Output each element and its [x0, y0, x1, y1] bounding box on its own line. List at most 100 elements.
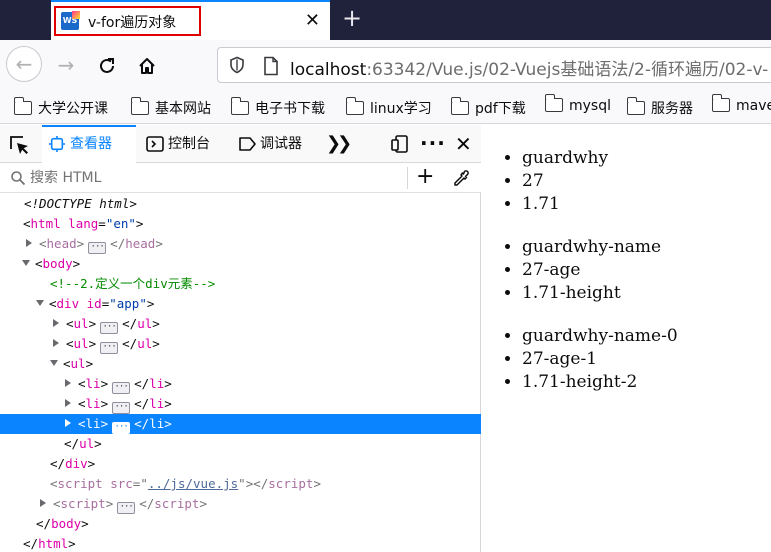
page-info-icon[interactable]: [262, 56, 280, 76]
dom-node-ul[interactable]: <ul>: [0, 354, 481, 374]
bookmark-folder[interactable]: 基本网站: [130, 97, 211, 118]
bookmark-folder[interactable]: mysql: [544, 94, 611, 114]
element-picker-icon[interactable]: [8, 134, 30, 156]
dom-node-body-close[interactable]: </body>: [0, 514, 481, 534]
dom-node-li[interactable]: <li> ··· </li>: [0, 374, 481, 394]
dom-node-body[interactable]: <body>: [0, 254, 481, 274]
dom-node-li-selected[interactable]: <li> ··· </li>: [0, 414, 481, 434]
tab-inspector[interactable]: 查看器: [42, 125, 136, 163]
back-icon[interactable]: ←: [6, 46, 42, 82]
expand-arrow-icon[interactable]: [53, 319, 59, 327]
collapse-arrow-icon[interactable]: [36, 300, 44, 306]
tab-console[interactable]: 控制台: [140, 125, 210, 163]
value-list: guardwhy 27 1.71: [522, 147, 608, 216]
dom-node-html[interactable]: <html lang="en">: [0, 214, 481, 234]
tab-debugger[interactable]: 调试器: [232, 125, 302, 163]
folder-icon: [13, 97, 32, 115]
dom-node-html-close[interactable]: </html>: [0, 534, 481, 552]
toolbar-divider: [407, 167, 408, 189]
dom-node-div-close[interactable]: </div>: [0, 454, 481, 474]
folder-icon: [626, 97, 645, 115]
collapsed-ellipsis-icon[interactable]: ···: [100, 342, 119, 354]
inspector-icon: [49, 136, 65, 152]
bookmark-folder[interactable]: 大学公开课: [13, 97, 108, 118]
collapsed-ellipsis-icon[interactable]: ···: [112, 422, 131, 434]
dom-node-ul-close[interactable]: </ul>: [0, 434, 481, 454]
more-options-icon[interactable]: ···: [420, 131, 446, 155]
list-item: 1.71: [522, 193, 608, 216]
expand-arrow-icon[interactable]: [40, 499, 46, 507]
collapse-arrow-icon[interactable]: [22, 260, 30, 266]
dom-node-head[interactable]: <head> ··· </head>: [0, 234, 481, 254]
close-devtools-icon[interactable]: ✕: [455, 132, 472, 156]
dom-tree: <!DOCTYPE html> <html lang="en"> <head> ·…: [0, 194, 481, 552]
eyedropper-icon[interactable]: [452, 169, 470, 187]
script-src-link[interactable]: ../js/vue.js: [148, 476, 238, 491]
folder-icon: [450, 97, 469, 115]
search-icon: [11, 171, 26, 186]
dom-node-ul[interactable]: <ul> ··· </ul>: [0, 314, 481, 334]
console-icon: [146, 136, 164, 152]
reload-icon[interactable]: [93, 51, 121, 79]
tab-bar: WS v-for遍历对象 ✕ +: [0, 0, 771, 40]
list-item: guardwhy-name: [522, 236, 661, 259]
add-node-icon[interactable]: +: [416, 164, 434, 189]
search-html-input[interactable]: [30, 167, 390, 189]
folder-icon: [711, 94, 730, 112]
expand-arrow-icon[interactable]: [26, 239, 32, 247]
list-item: 1.71-height: [522, 282, 661, 305]
dom-node-li[interactable]: <li> ··· </li>: [0, 394, 481, 414]
dom-node-div-app[interactable]: <div id="app">: [0, 294, 481, 314]
dom-node-doctype[interactable]: <!DOCTYPE html>: [0, 194, 481, 214]
folder-icon: [130, 97, 149, 115]
home-icon[interactable]: [133, 51, 161, 79]
bookmark-folder[interactable]: 电子书下载: [230, 97, 325, 118]
collapsed-ellipsis-icon[interactable]: ···: [117, 502, 136, 514]
tab-debugger-label: 调试器: [260, 136, 302, 152]
active-tab[interactable]: WS v-for遍历对象 ✕: [51, 0, 330, 40]
expand-arrow-icon[interactable]: [65, 419, 71, 427]
tab-inspector-label: 查看器: [70, 136, 112, 152]
dom-node-script[interactable]: <script> ··· </script>: [0, 494, 481, 514]
url-bar[interactable]: localhost:63342/Vue.js/02-Vuejs基础语法/2-循环…: [217, 47, 771, 83]
navigation-bar: ← → localhost:63342/Vue.js/02-Vuejs基础语法/…: [0, 40, 771, 90]
list-item: 1.71-height-2: [522, 371, 678, 394]
tracking-shield-icon[interactable]: [228, 56, 246, 74]
list-item: 27: [522, 170, 608, 193]
new-tab-icon[interactable]: +: [338, 4, 366, 34]
value-key-index-list: guardwhy-name-0 27-age-1 1.71-height-2: [522, 325, 678, 394]
value-key-list: guardwhy-name 27-age 1.71-height: [522, 236, 661, 305]
expand-arrow-icon[interactable]: [65, 399, 71, 407]
expand-arrow-icon[interactable]: [53, 339, 59, 347]
forward-icon[interactable]: →: [52, 51, 80, 79]
list-item: 27-age: [522, 259, 661, 282]
dom-node-comment[interactable]: <!--2.定义一个div元素-->: [0, 274, 481, 294]
expand-arrow-icon[interactable]: [65, 379, 71, 387]
bookmarks-bar: 大学公开课 基本网站 电子书下载 linux学习 pdf下载 mysql 服务器…: [0, 90, 771, 124]
bookmark-folder[interactable]: linux学习: [345, 97, 432, 118]
bookmark-folder[interactable]: mave: [711, 94, 771, 114]
collapsed-ellipsis-icon[interactable]: ···: [88, 242, 107, 254]
webstorm-favicon-icon: WS: [61, 11, 80, 30]
folder-icon: [345, 97, 364, 115]
collapsed-ellipsis-icon[interactable]: ···: [112, 382, 131, 394]
collapse-arrow-icon[interactable]: [50, 360, 58, 366]
bookmark-folder[interactable]: 服务器: [626, 97, 693, 118]
devtools-toolbar: 查看器 控制台 调试器 ❯❯ ··· ✕: [0, 125, 481, 163]
bookmark-folder[interactable]: pdf下载: [450, 97, 526, 118]
tab-close-icon[interactable]: ✕: [305, 11, 320, 31]
responsive-design-icon[interactable]: [390, 134, 410, 154]
more-tools-chevron-icon[interactable]: ❯❯: [326, 133, 352, 154]
url-text[interactable]: localhost:63342/Vue.js/02-Vuejs基础语法/2-循环…: [290, 55, 768, 80]
collapsed-ellipsis-icon[interactable]: ···: [100, 322, 119, 334]
folder-icon: [544, 94, 563, 112]
dom-node-script-vue[interactable]: <script src="../js/vue.js"></script>: [0, 474, 481, 494]
folder-icon: [230, 97, 249, 115]
list-item: guardwhy: [522, 147, 608, 170]
collapsed-ellipsis-icon[interactable]: ···: [112, 402, 131, 414]
html-search-bar: +: [0, 163, 481, 193]
tab-title: v-for遍历对象: [88, 15, 177, 31]
list-item: 27-age-1: [522, 348, 678, 371]
list-item: guardwhy-name-0: [522, 325, 678, 348]
dom-node-ul[interactable]: <ul> ··· </ul>: [0, 334, 481, 354]
